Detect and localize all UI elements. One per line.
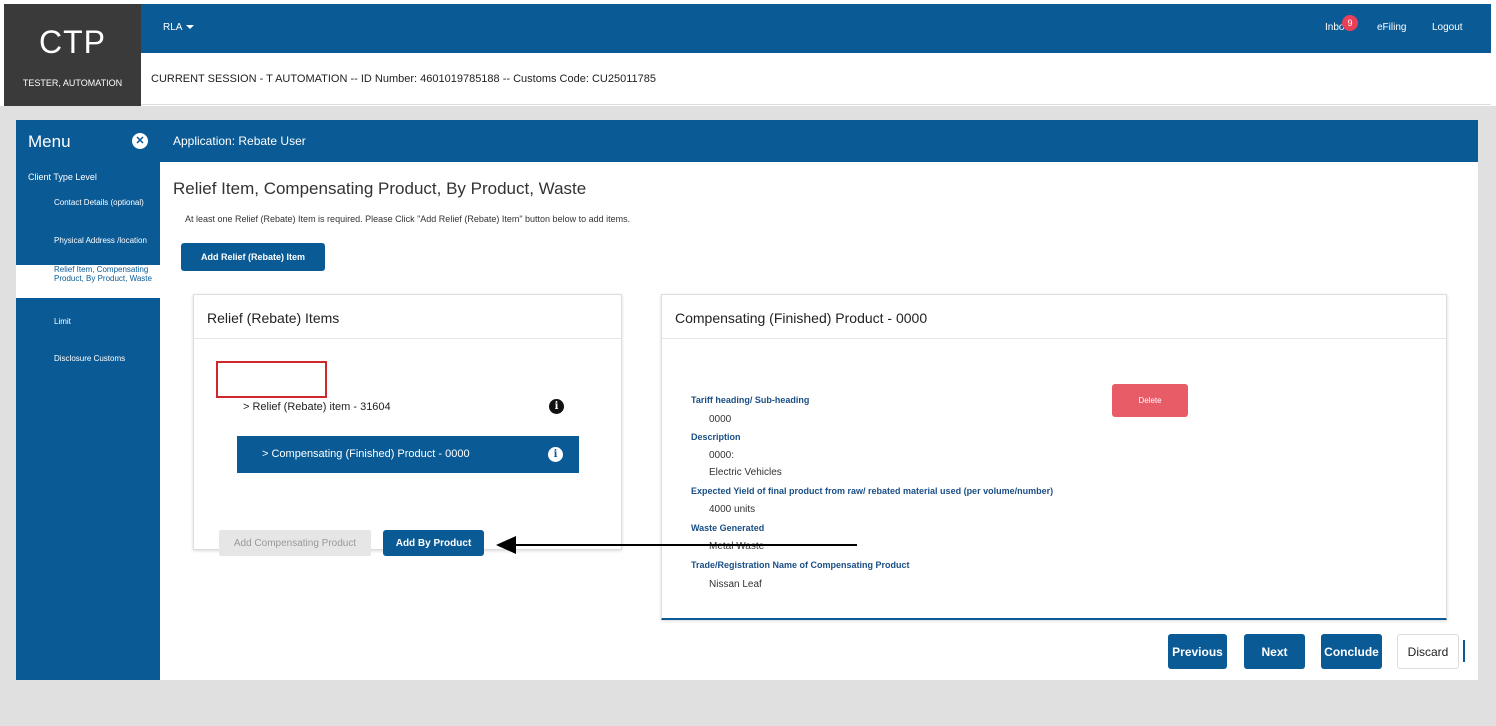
arrow-annotation xyxy=(496,536,857,554)
arrow-head-icon xyxy=(496,536,516,554)
